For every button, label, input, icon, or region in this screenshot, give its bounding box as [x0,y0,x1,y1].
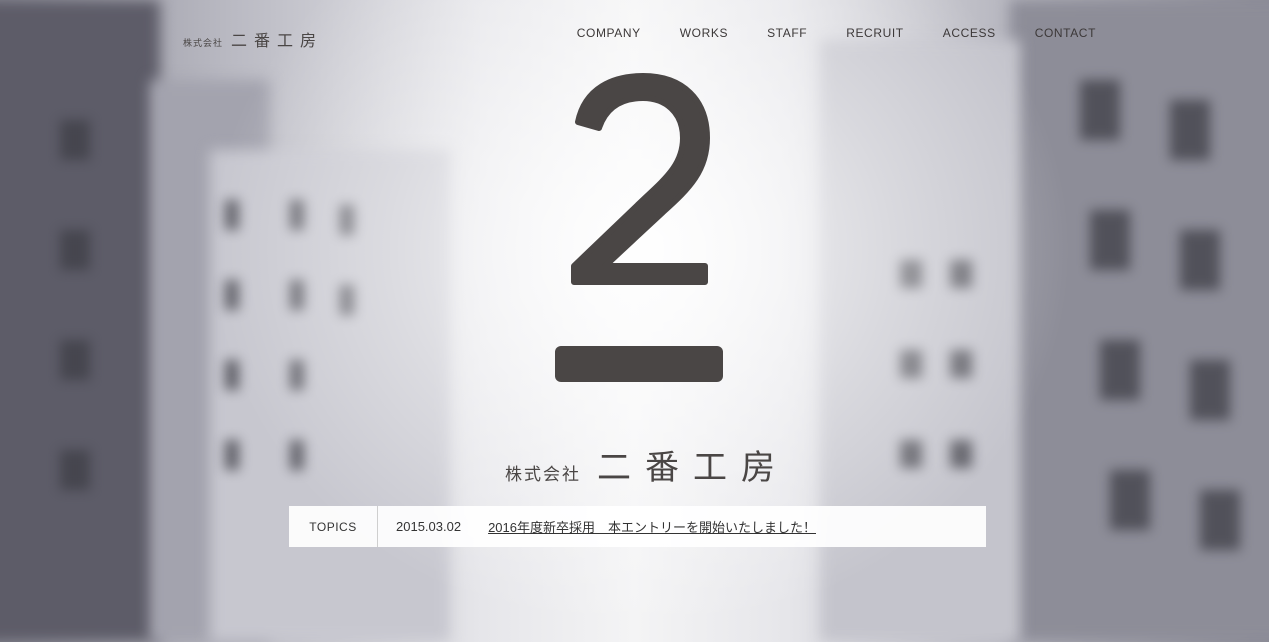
hero-logo-name: 二番工房 [597,448,789,488]
nav-recruit[interactable]: RECRUIT [846,26,904,40]
nav-works[interactable]: WORKS [680,26,728,40]
nav-staff[interactable]: STAFF [767,26,807,40]
nav-access[interactable]: ACCESS [943,26,996,40]
header-logo-name: 二番工房 [231,31,324,50]
hero-logo-company: 株式会社 [505,465,581,485]
topics-label: TOPICS [289,506,378,547]
number-two-mark-icon [555,73,723,382]
main-nav: COMPANY WORKS STAFF RECRUIT ACCESS CONTA… [577,26,1096,40]
topics-date: 2015.03.02 [396,519,462,534]
nav-contact[interactable]: CONTACT [1035,26,1096,40]
header-logo-company: 株式会社 [183,39,224,49]
topics-link[interactable]: 2016年度新卒採用 本エントリーを開始いたしました！ [488,517,816,536]
header-logo[interactable]: 株式会社 二番工房 [183,27,323,51]
hero-logo: 株式会社 二番工房 [505,440,789,489]
topics-bar: TOPICS 2015.03.02 2016年度新卒採用 本エントリーを開始いた… [289,506,986,547]
nav-company[interactable]: COMPANY [577,26,641,40]
